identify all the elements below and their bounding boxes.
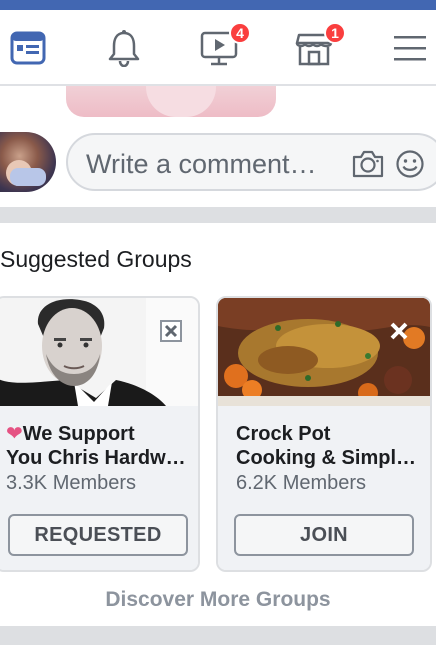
- marketplace-badge: 1: [324, 22, 346, 44]
- member-count: 3.3K Members: [6, 472, 137, 494]
- group-name-line2: Cooking & Simpl…: [236, 447, 416, 469]
- group-info: ❤We Support You Chris Hardw… 3.3K Member…: [0, 406, 198, 570]
- group-photo-food: [218, 298, 430, 406]
- nav-notifications[interactable]: [104, 28, 144, 68]
- group-name[interactable]: ❤We Support You Chris Hardw…: [6, 422, 196, 470]
- close-icon[interactable]: [388, 320, 410, 342]
- heart-icon: ❤: [6, 423, 23, 445]
- nav-marketplace[interactable]: 1: [294, 22, 346, 68]
- group-card[interactable]: Crock Pot Cooking & Simpl… 6.2K Members …: [216, 296, 432, 572]
- section-divider: [0, 626, 436, 645]
- nav-news-feed[interactable]: [8, 28, 48, 68]
- bell-icon: [108, 30, 140, 67]
- group-card[interactable]: ❤We Support You Chris Hardw… 3.3K Member…: [0, 296, 200, 572]
- section-divider: [0, 207, 436, 223]
- group-name[interactable]: Crock Pot Cooking & Simpl…: [236, 422, 426, 470]
- group-photo[interactable]: [0, 298, 198, 406]
- member-count: 6.2K Members: [236, 472, 367, 494]
- nav-menu[interactable]: [390, 28, 430, 68]
- group-photo-portrait: [0, 298, 198, 406]
- watch-badge: 4: [229, 22, 251, 44]
- group-name-line1: We Support: [22, 423, 135, 445]
- camera-icon[interactable]: [351, 149, 385, 179]
- comment-input[interactable]: Write a comment…: [66, 133, 436, 191]
- group-info: Crock Pot Cooking & Simpl… 6.2K Members …: [218, 406, 430, 570]
- requested-button[interactable]: REQUESTED: [8, 514, 188, 556]
- comment-placeholder: Write a comment…: [86, 149, 317, 179]
- status-strip: [0, 0, 436, 10]
- suggested-groups-title: Suggested Groups: [0, 246, 192, 272]
- user-avatar[interactable]: [0, 132, 56, 192]
- smiley-icon[interactable]: [395, 149, 425, 179]
- discover-more-groups-link[interactable]: Discover More Groups: [0, 588, 436, 612]
- close-icon[interactable]: [160, 320, 182, 342]
- top-navigation-bar: 4 1: [0, 10, 436, 86]
- hamburger-menu-icon: [394, 36, 426, 61]
- group-name-line2: You Chris Hardw…: [6, 447, 186, 469]
- group-photo[interactable]: [218, 298, 430, 406]
- post-image-bottom[interactable]: [66, 86, 276, 117]
- news-feed-icon: [10, 31, 46, 65]
- group-name-line1: Crock Pot: [236, 423, 331, 445]
- nav-watch[interactable]: 4: [199, 22, 251, 68]
- join-button[interactable]: JOIN: [234, 514, 414, 556]
- facebook-mobile-feed: 4 1 Write a comment… Suggested Groups ❤W…: [0, 0, 436, 645]
